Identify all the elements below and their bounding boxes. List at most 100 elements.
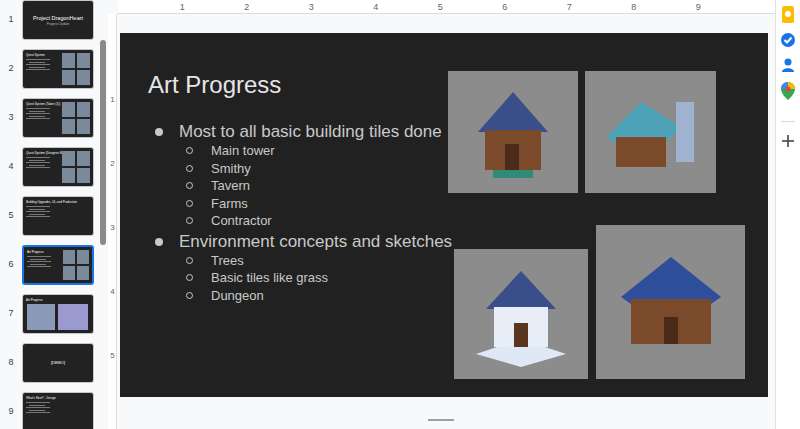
bullet-item[interactable]: Smithy: [148, 160, 448, 178]
scrollbar-thumb[interactable]: [100, 40, 106, 245]
add-icon[interactable]: [782, 135, 794, 147]
slide-thumbnail[interactable]: Art Progress: [22, 245, 94, 285]
thumb-content: Art Progress: [24, 247, 60, 283]
bullet-item[interactable]: Trees: [148, 252, 448, 270]
slide-canvas[interactable]: Art Progress Most to all basic building …: [120, 33, 768, 397]
thumb-line: [26, 412, 50, 413]
bullet-list[interactable]: Most to all basic building tiles doneMai…: [148, 120, 448, 304]
bullet-item[interactable]: Most to all basic building tiles done: [148, 122, 448, 142]
thumb-pictures: [27, 304, 88, 330]
thumb-line: [26, 206, 50, 207]
slide-number: 8: [0, 356, 22, 370]
thumb-title: Quest System (Taken (1)): [26, 103, 59, 107]
bullet-item[interactable]: Dungeon: [148, 287, 448, 305]
thumb-picture: [77, 102, 90, 117]
slide-thumbnail-row[interactable]: 6Art Progress: [0, 245, 100, 285]
ruler-mark: 1: [110, 68, 114, 132]
thumb-picture: [62, 119, 75, 134]
ruler-marks: 123456789: [118, 0, 775, 14]
bullet-item[interactable]: Farms: [148, 195, 448, 213]
building-image[interactable]: [454, 249, 588, 379]
bullet-circle-icon: [186, 292, 193, 299]
slide-thumbnail[interactable]: Quest System (Dungeon Battles): [22, 147, 94, 187]
house-icon: [463, 82, 563, 182]
slide-thumbnail-row[interactable]: 5Building Upgrades, UI, and Production: [0, 196, 100, 236]
bullet-text: Most to all basic building tiles done: [179, 119, 442, 145]
slide-thumbnail[interactable]: Quest System: [22, 49, 94, 89]
bullet-item[interactable]: Main tower: [148, 142, 448, 160]
bullet-text: Trees: [211, 251, 244, 271]
thumb-line: [27, 266, 51, 267]
building-image[interactable]: [596, 225, 745, 379]
bullet-item[interactable]: Environment concepts and sketches: [148, 232, 448, 252]
slide-filmstrip[interactable]: 1Project DragonHeartProgress Update 2Ques…: [0, 0, 100, 429]
thumb-picture: [62, 53, 75, 68]
building-image[interactable]: [448, 71, 578, 193]
thumb-line: [29, 67, 45, 68]
bullet-item[interactable]: Tavern: [148, 177, 448, 195]
thumb-pictures: [59, 148, 93, 186]
thumb-content: What's Next? - Design: [23, 393, 89, 429]
bullet-text: Main tower: [211, 141, 275, 161]
thumb-line: [29, 160, 45, 161]
thumb-line: [29, 111, 45, 112]
maps-icon[interactable]: [781, 82, 795, 100]
horizontal-ruler[interactable]: 123456789: [118, 0, 775, 14]
thumb-line: [26, 59, 50, 60]
editor-area: 123456789 12345 Art Progress Most to all…: [106, 0, 775, 429]
thumb-line: [26, 407, 50, 408]
slide-thumbnail[interactable]: Quest System (Taken (1)): [22, 98, 94, 138]
bottom-resize-handle[interactable]: [428, 419, 454, 421]
thumb-line: [27, 261, 51, 262]
thumb-title: Quest System (Dungeon Battles): [26, 152, 59, 156]
ruler-mark: 4: [344, 1, 409, 13]
thumb-line: [29, 410, 45, 411]
thumb-picture: [77, 151, 90, 166]
contractor-icon: [606, 237, 736, 367]
thumb-picture: [77, 70, 90, 85]
slide-thumbnail[interactable]: Art Progress: [22, 294, 94, 334]
slide-thumbnail-row[interactable]: 1Project DragonHeartProgress Update: [0, 0, 100, 40]
slide-thumbnail-row[interactable]: 4Quest System (Dungeon Battles): [0, 147, 100, 187]
bullet-item[interactable]: Basic tiles like grass: [148, 269, 448, 287]
ruler-mark: 1: [150, 1, 215, 13]
slide-thumbnail-row[interactable]: 8[DEMO]: [0, 343, 100, 383]
slide-thumbnail[interactable]: What's Next? - Design: [22, 392, 94, 429]
tasks-icon[interactable]: [780, 32, 796, 48]
slide-title[interactable]: Art Progress: [148, 70, 448, 100]
slide-thumbnail-row[interactable]: 2Quest System: [0, 49, 100, 89]
ruler-mark: 2: [215, 1, 280, 13]
ruler-mark: 3: [110, 196, 114, 260]
thumb-picture: [62, 168, 75, 183]
contacts-icon[interactable]: [780, 57, 796, 73]
thumb-line: [26, 402, 50, 403]
slide-thumbnail-row[interactable]: 7Art Progress: [0, 294, 100, 334]
thumb-line: [29, 405, 45, 406]
thumb-content: Building Upgrades, UI, and Production: [23, 197, 89, 235]
thumb-line: [29, 214, 45, 215]
thumb-picture: [27, 304, 55, 330]
filmstrip-scrollbar[interactable]: [100, 0, 106, 429]
slide-number: 5: [0, 209, 22, 223]
thumb-picture: [77, 119, 90, 134]
slide-number: 9: [0, 405, 22, 419]
slide-thumbnail[interactable]: Project DragonHeartProgress Update: [22, 0, 94, 40]
panel-divider: [781, 121, 795, 122]
vertical-ruler[interactable]: 12345: [108, 14, 117, 429]
bullet-circle-icon: [186, 182, 193, 189]
slide-thumbnail[interactable]: Building Upgrades, UI, and Production: [22, 196, 94, 236]
slide-number: 6: [0, 258, 22, 272]
ruler-mark: 8: [602, 1, 667, 13]
keep-icon[interactable]: [781, 6, 795, 23]
bullet-text: Basic tiles like grass: [211, 268, 328, 288]
ruler-mark: 9: [666, 1, 731, 13]
slide-thumbnail-row[interactable]: 9What's Next? - Design: [0, 392, 100, 429]
building-image[interactable]: [585, 71, 716, 193]
thumb-pictures: [60, 247, 92, 283]
slide-thumbnail-row[interactable]: 3Quest System (Taken (1)): [0, 98, 100, 138]
thumb-line: [26, 64, 50, 65]
thumb-line: [29, 62, 45, 63]
thumb-picture: [63, 250, 75, 264]
bullet-item[interactable]: Contractor: [148, 212, 448, 230]
slide-thumbnail[interactable]: [DEMO]: [22, 343, 94, 383]
